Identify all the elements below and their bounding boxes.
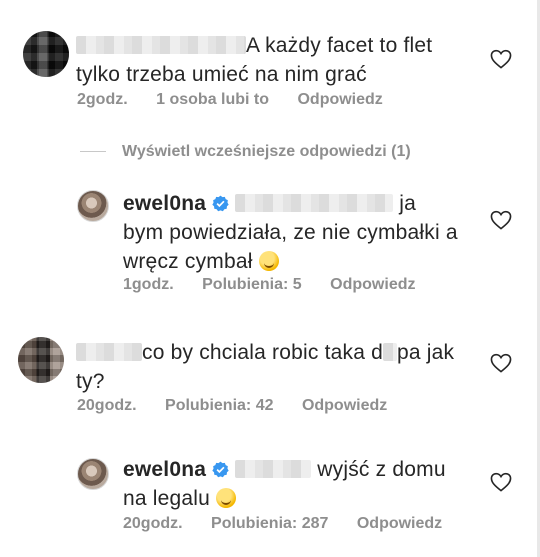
laughing-emoji-icon — [258, 251, 279, 271]
likes-count[interactable]: Polubienia: 42 — [165, 397, 273, 414]
likes-count[interactable]: 1 osoba lubi to — [156, 91, 269, 108]
username[interactable]: ewel0na — [123, 458, 206, 481]
avatar[interactable] — [77, 190, 109, 222]
heart-icon[interactable] — [490, 210, 512, 230]
heart-icon[interactable] — [490, 49, 512, 69]
reply-button[interactable]: Odpowiedz — [297, 91, 382, 108]
reply-meta: 20godz. Polubienia: 287 Odpowiedz — [123, 515, 466, 533]
blurred-username — [76, 343, 142, 361]
comment-text: A każdy facet to flet tylko trzeba umieć… — [76, 34, 433, 86]
timestamp: 1godz. — [123, 276, 174, 293]
reply-meta: 1godz. Polubienia: 5 Odpowiedz — [123, 276, 439, 294]
reply-button[interactable]: Odpowiedz — [357, 515, 442, 532]
comment-meta: 2godz. 1 osoba lubi to Odpowiedz — [77, 91, 407, 109]
heart-icon[interactable] — [490, 472, 512, 492]
verified-icon — [212, 195, 229, 212]
view-earlier-replies[interactable]: Wyświetl wcześniejsze odpowiedzi (1) — [80, 143, 411, 161]
avatar-blurred[interactable] — [23, 31, 69, 77]
reply-button[interactable]: Odpowiedz — [302, 397, 387, 414]
reply-text: ewel0na wyjść z domu na legalu — [123, 458, 446, 510]
likes-count[interactable]: Polubienia: 287 — [211, 515, 328, 532]
comment-meta: 20godz. Polubienia: 42 Odpowiedz — [77, 397, 411, 415]
timestamp: 2godz. — [77, 91, 128, 108]
comment-text: co by chciala robic taka d pa jak ty? — [76, 341, 455, 393]
blurred-username — [76, 36, 246, 54]
reply-text: ewel0na ja bym powiedziała, ze nie cymba… — [123, 192, 458, 273]
laughing-emoji-icon — [216, 488, 237, 508]
reply-button[interactable]: Odpowiedz — [330, 276, 415, 293]
heart-icon[interactable] — [490, 353, 512, 373]
timestamp: 20godz. — [123, 515, 183, 532]
avatar[interactable] — [77, 458, 109, 490]
verified-icon — [212, 461, 229, 478]
avatar-blurred[interactable] — [18, 337, 64, 383]
timestamp: 20godz. — [77, 397, 137, 414]
censored-letter — [383, 343, 397, 361]
blurred-mention — [235, 194, 394, 212]
username[interactable]: ewel0na — [123, 192, 206, 215]
divider-line — [80, 151, 106, 153]
likes-count[interactable]: Polubienia: 5 — [202, 276, 302, 293]
blurred-mention — [235, 460, 312, 478]
